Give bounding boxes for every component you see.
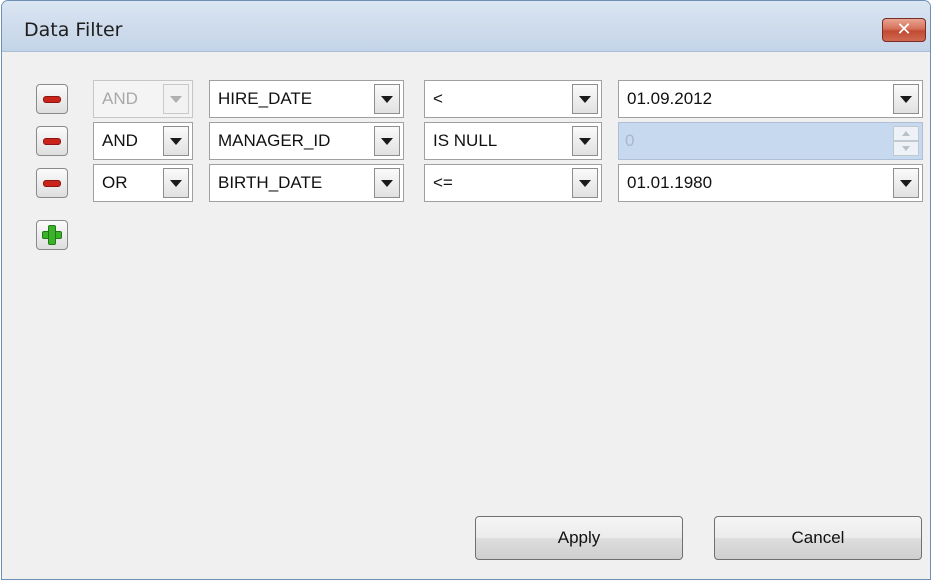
- remove-condition-button[interactable]: [36, 126, 68, 156]
- chevron-down-icon: [381, 137, 393, 145]
- dropdown-button[interactable]: [893, 168, 919, 198]
- value-spinner: 0: [618, 122, 923, 160]
- field-select[interactable]: HIRE_DATE: [209, 80, 404, 118]
- close-button[interactable]: ✕: [882, 18, 926, 42]
- logic-operator-value: OR: [102, 173, 128, 192]
- dropdown-button[interactable]: [572, 84, 598, 114]
- minus-icon: [43, 95, 61, 103]
- apply-button[interactable]: Apply: [475, 516, 683, 560]
- logic-operator-select: AND: [93, 80, 193, 118]
- condition-row: OR BIRTH_DATE <= 01.01.1980: [2, 164, 930, 204]
- value-select[interactable]: 01.09.2012: [618, 80, 923, 118]
- condition-row: AND HIRE_DATE < 01.09.2012: [2, 80, 930, 120]
- data-filter-dialog: Data Filter ✕ AND HIRE_DATE < 01.09.2012…: [1, 0, 931, 580]
- comparison-operator-value: <=: [433, 173, 453, 192]
- logic-operator-value: AND: [102, 89, 138, 108]
- chevron-down-icon: [579, 137, 591, 145]
- comparison-operator-select[interactable]: IS NULL: [424, 122, 602, 160]
- dropdown-button[interactable]: [893, 84, 919, 114]
- comparison-operator-select[interactable]: <: [424, 80, 602, 118]
- minus-icon: [43, 179, 61, 187]
- logic-operator-select[interactable]: OR: [93, 164, 193, 202]
- chevron-down-icon: [170, 137, 182, 145]
- comparison-operator-select[interactable]: <=: [424, 164, 602, 202]
- minus-icon: [43, 137, 61, 145]
- dropdown-button[interactable]: [163, 168, 189, 198]
- remove-condition-button[interactable]: [36, 168, 68, 198]
- dropdown-button[interactable]: [572, 126, 598, 156]
- dropdown-button[interactable]: [374, 168, 400, 198]
- chevron-down-icon: [579, 95, 591, 103]
- field-value: HIRE_DATE: [218, 89, 313, 108]
- window-title: Data Filter: [24, 19, 123, 41]
- title-bar: Data Filter ✕: [2, 1, 930, 52]
- spin-up-button: [893, 126, 919, 141]
- close-icon: ✕: [896, 19, 912, 40]
- spinner-buttons: [893, 126, 919, 156]
- comparison-operator-value: IS NULL: [433, 131, 498, 150]
- field-select[interactable]: MANAGER_ID: [209, 122, 404, 160]
- field-select[interactable]: BIRTH_DATE: [209, 164, 404, 202]
- filter-conditions-area: AND HIRE_DATE < 01.09.2012 AND MANAGER_I…: [2, 52, 930, 579]
- field-value: MANAGER_ID: [218, 131, 331, 150]
- value-text: 0: [625, 131, 635, 150]
- chevron-down-icon: [170, 95, 182, 103]
- spin-down-button: [893, 141, 919, 156]
- value-text: 01.01.1980: [627, 173, 713, 192]
- remove-condition-button[interactable]: [36, 84, 68, 114]
- chevron-down-icon: [902, 146, 910, 151]
- dropdown-button: [163, 84, 189, 114]
- dropdown-button[interactable]: [163, 126, 189, 156]
- plus-icon: [41, 224, 63, 246]
- dropdown-button[interactable]: [572, 168, 598, 198]
- value-text: 01.09.2012: [627, 89, 713, 108]
- logic-operator-select[interactable]: AND: [93, 122, 193, 160]
- condition-row: AND MANAGER_ID IS NULL 0: [2, 122, 930, 162]
- add-condition-button[interactable]: [36, 220, 68, 250]
- dropdown-button[interactable]: [374, 126, 400, 156]
- field-value: BIRTH_DATE: [218, 173, 323, 192]
- dropdown-button[interactable]: [374, 84, 400, 114]
- chevron-down-icon: [579, 179, 591, 187]
- value-select[interactable]: 01.01.1980: [618, 164, 923, 202]
- chevron-down-icon: [381, 179, 393, 187]
- chevron-down-icon: [900, 179, 912, 187]
- chevron-up-icon: [902, 131, 910, 136]
- chevron-down-icon: [900, 95, 912, 103]
- cancel-button[interactable]: Cancel: [714, 516, 922, 560]
- comparison-operator-value: <: [433, 89, 443, 108]
- chevron-down-icon: [170, 179, 182, 187]
- chevron-down-icon: [381, 95, 393, 103]
- logic-operator-value: AND: [102, 131, 138, 150]
